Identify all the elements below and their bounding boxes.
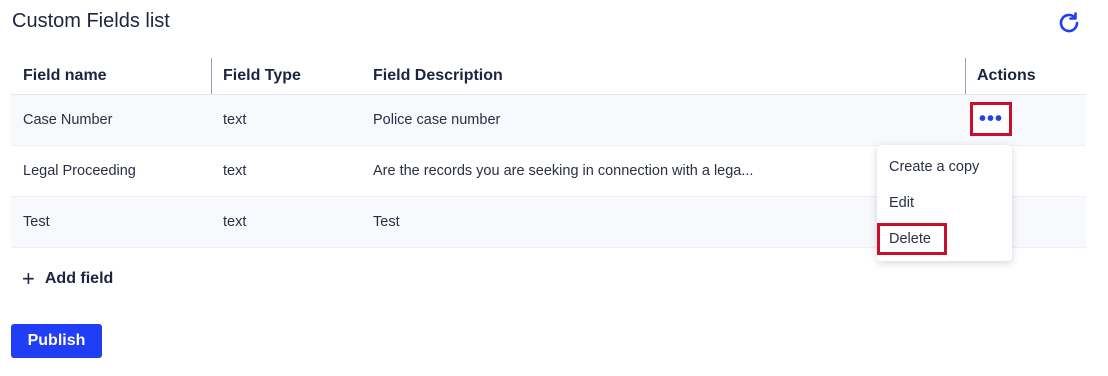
menu-item-delete[interactable]: Delete [877, 221, 1012, 257]
add-field-label: Add field [44, 270, 114, 287]
row-actions-menu: Create a copy Edit Delete [877, 145, 1012, 261]
cell-field-description: Police case number [373, 112, 501, 128]
publish-button[interactable]: Publish [11, 324, 102, 358]
add-field-button[interactable]: + Add field [22, 268, 113, 290]
more-dots-icon: ••• [978, 107, 1003, 130]
menu-item-create-copy[interactable]: Create a copy [877, 149, 1012, 185]
row-actions-more-button[interactable]: ••• [970, 102, 1012, 136]
cell-field-type: text [223, 214, 247, 230]
cell-field-type: text [223, 112, 247, 128]
column-header-actions: Actions [977, 67, 1036, 84]
custom-fields-page: Custom Fields list Field name Field Type… [0, 0, 1108, 376]
table-row[interactable]: Case Number text Police case number [11, 95, 1086, 146]
table-header: Field name Field Type Field Description … [11, 58, 1086, 95]
column-divider[interactable] [211, 58, 212, 94]
column-header-field-name[interactable]: Field name [23, 58, 107, 94]
page-title: Custom Fields list [12, 10, 170, 32]
cell-field-type: text [223, 163, 247, 179]
refresh-icon [1059, 12, 1079, 33]
menu-item-edit[interactable]: Edit [877, 185, 1012, 221]
cell-field-name: Test [23, 214, 50, 230]
cell-field-name: Case Number [23, 112, 113, 128]
cell-field-description: Test [373, 214, 400, 230]
cell-field-description: Are the records you are seeking in conne… [373, 163, 754, 179]
plus-icon: + [22, 266, 35, 291]
cell-field-name: Legal Proceeding [23, 163, 136, 179]
column-divider[interactable] [965, 58, 966, 94]
refresh-button[interactable] [1054, 8, 1084, 38]
column-header-field-type[interactable]: Field Type [223, 58, 301, 94]
column-header-field-description[interactable]: Field Description [373, 58, 503, 94]
